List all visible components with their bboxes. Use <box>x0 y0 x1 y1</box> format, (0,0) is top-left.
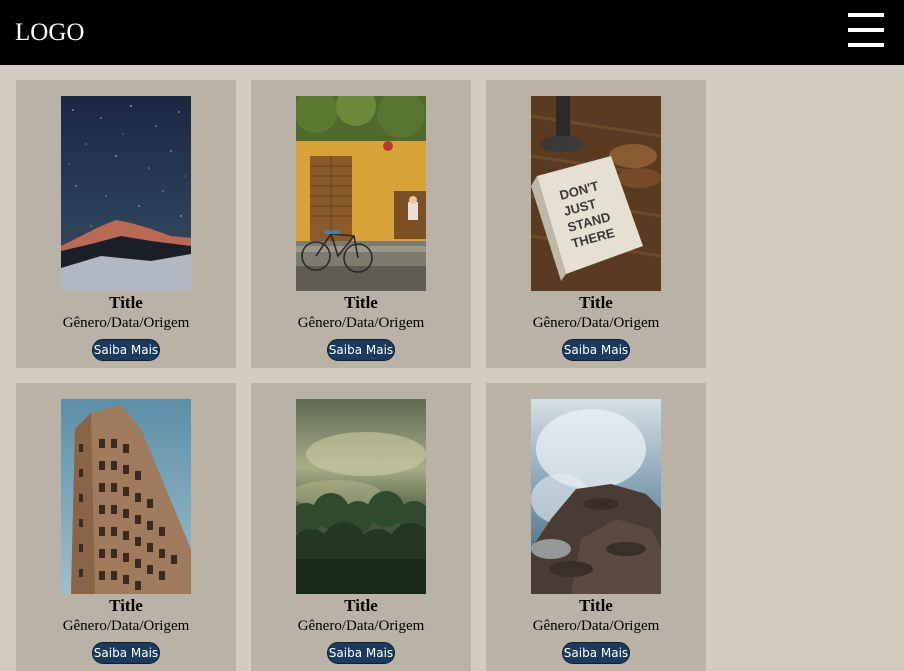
top-navbar: LOGO <box>0 0 904 65</box>
card-image-wave-on-rocks <box>531 399 661 594</box>
card-meta: Gênero/Data/Origem <box>532 315 660 331</box>
saiba-mais-button[interactable]: Saiba Mais <box>92 339 160 361</box>
hamburger-menu-icon[interactable] <box>848 13 884 47</box>
card: Title Gênero/Data/Origem Saiba Mais <box>251 383 471 671</box>
card-image-notebook-on-table: DON'T JUST STAND THERE <box>531 96 661 291</box>
card-title: Title <box>344 596 378 615</box>
card-image-yellow-house-bicycle <box>296 96 426 291</box>
card-image-misty-forest <box>296 399 426 594</box>
card: Title Gênero/Data/Origem Saiba Mais <box>16 383 236 671</box>
card-title: Title <box>344 293 378 312</box>
logo[interactable]: LOGO <box>15 18 84 48</box>
card-title: Title <box>109 293 143 312</box>
saiba-mais-button[interactable]: Saiba Mais <box>327 339 395 361</box>
card-title: Title <box>109 596 143 615</box>
card-meta: Gênero/Data/Origem <box>297 315 425 331</box>
saiba-mais-button[interactable]: Saiba Mais <box>92 642 160 664</box>
menu-bar <box>848 13 884 17</box>
card: Title Gênero/Data/Origem Saiba Mais <box>16 80 236 368</box>
card-meta: Gênero/Data/Origem <box>297 618 425 634</box>
card-meta: Gênero/Data/Origem <box>62 315 190 331</box>
card-meta: Gênero/Data/Origem <box>62 618 190 634</box>
saiba-mais-button[interactable]: Saiba Mais <box>562 339 630 361</box>
saiba-mais-button[interactable]: Saiba Mais <box>562 642 630 664</box>
menu-bar <box>848 43 884 47</box>
menu-bar <box>848 28 884 32</box>
card: DON'T JUST STAND THERE Title Gênero/Data… <box>486 80 706 368</box>
card: Title Gênero/Data/Origem Saiba Mais <box>251 80 471 368</box>
card-title: Title <box>579 596 613 615</box>
card-image-starry-sky-mountain <box>61 96 191 291</box>
card-title: Title <box>579 293 613 312</box>
card: Title Gênero/Data/Origem Saiba Mais <box>486 383 706 671</box>
card-meta: Gênero/Data/Origem <box>532 618 660 634</box>
saiba-mais-button[interactable]: Saiba Mais <box>327 642 395 664</box>
card-image-flatiron-building <box>61 399 191 594</box>
